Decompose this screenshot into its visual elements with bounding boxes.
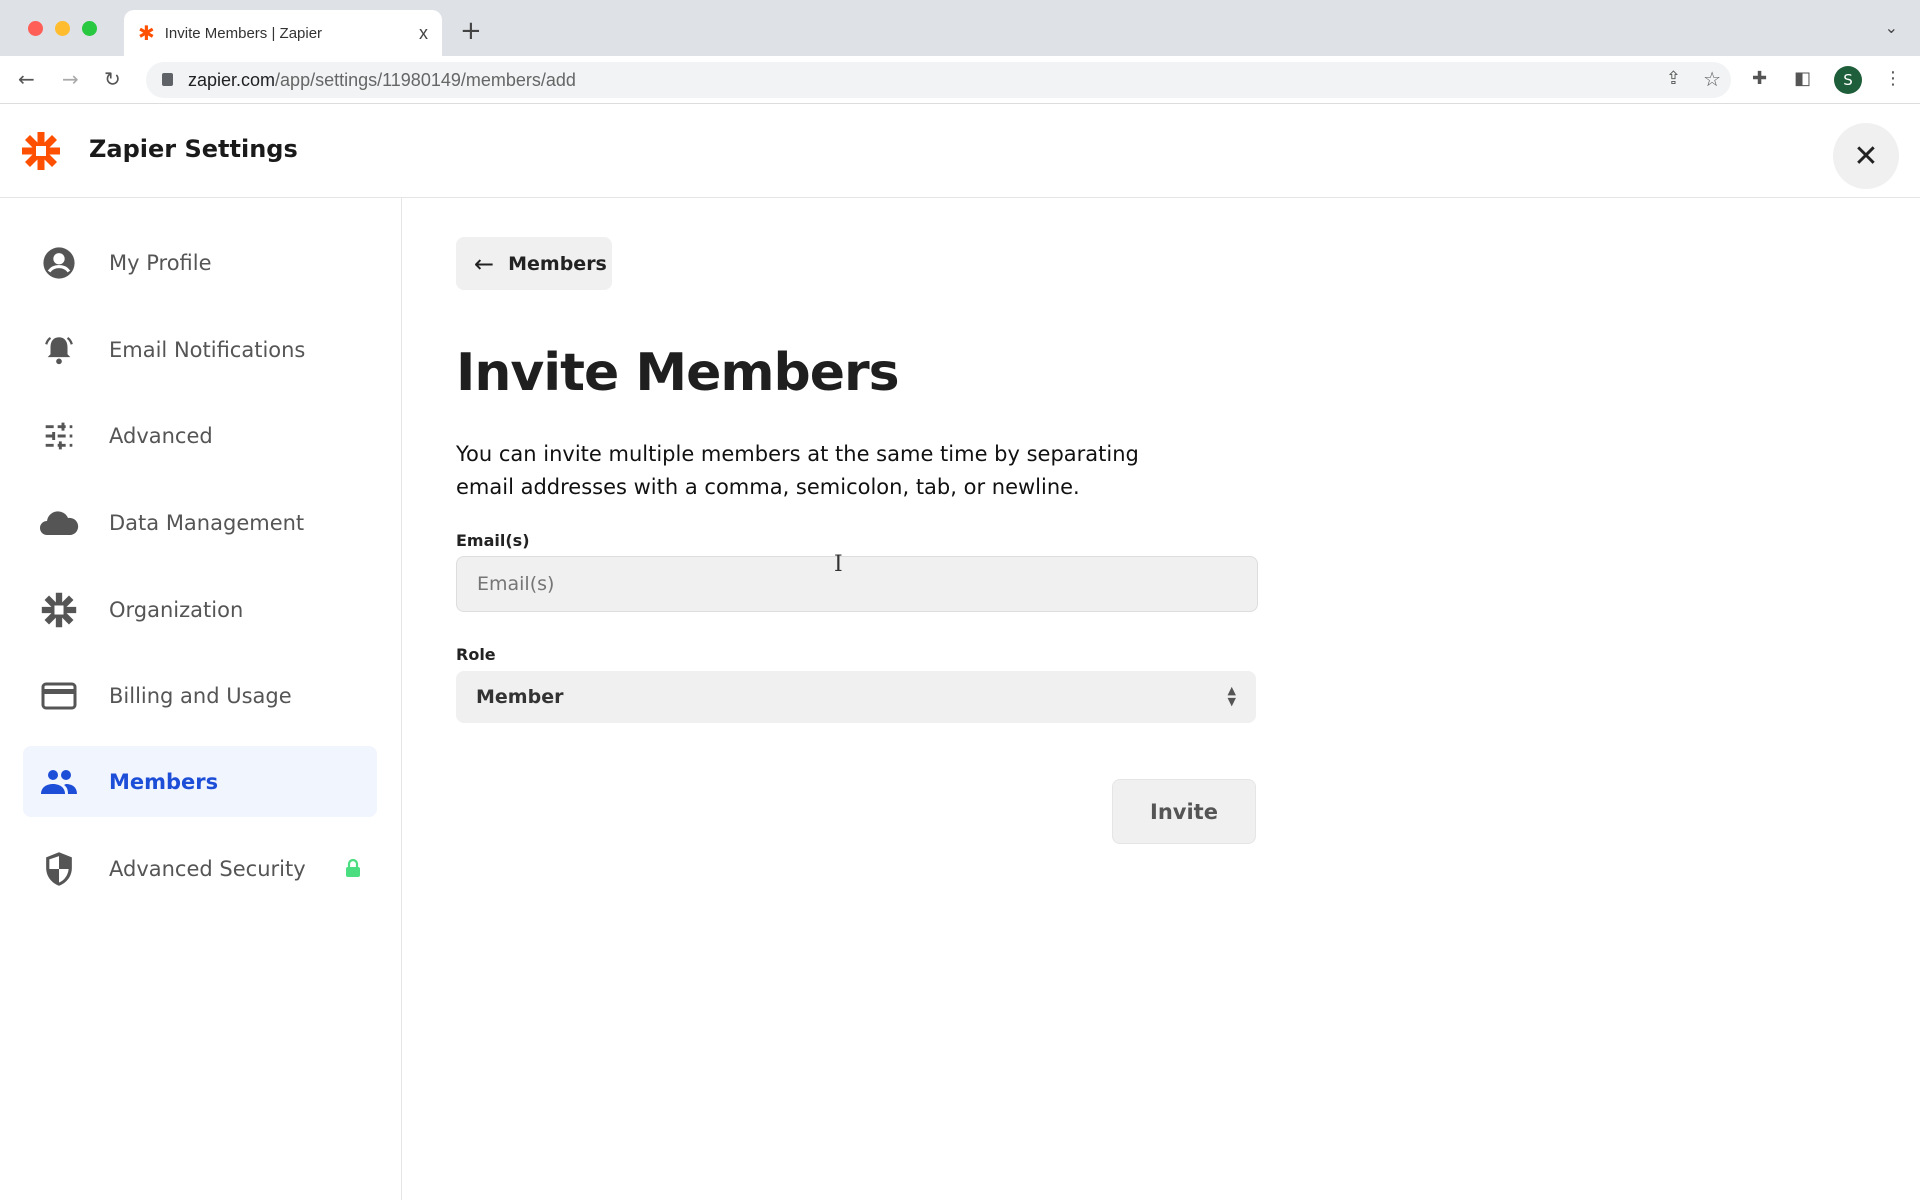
sidebar-item-label: Organization: [109, 597, 244, 622]
role-select[interactable]: Member ▲ ▼: [456, 671, 1256, 723]
url-domain: zapier.com: [188, 69, 276, 90]
sidebar-item-label: Advanced: [109, 423, 213, 448]
browser-menu-icon[interactable]: ⋮: [1884, 68, 1902, 89]
zapier-asterisk-icon: [39, 590, 79, 630]
arrow-left-icon: ←: [474, 249, 495, 278]
reload-icon[interactable]: ↻: [104, 67, 121, 91]
email-label: Email(s): [456, 531, 530, 550]
window-minimize-button[interactable]: [55, 21, 70, 36]
new-tab-button[interactable]: +: [460, 16, 482, 46]
user-circle-icon: [39, 243, 79, 283]
sidebar-item-label: Members: [109, 769, 219, 794]
text-cursor-icon: I: [834, 552, 843, 577]
zapier-logo-icon: [22, 132, 60, 170]
sidebar-item-organization[interactable]: Organization: [23, 574, 377, 645]
sliders-icon: [39, 416, 79, 456]
app-title: Zapier Settings: [89, 135, 298, 163]
sidebar-item-advanced[interactable]: Advanced: [23, 400, 377, 471]
profile-avatar[interactable]: S: [1834, 66, 1862, 94]
back-to-members-button[interactable]: ← Members: [456, 237, 612, 290]
sidebar-item-billing-and-usage[interactable]: Billing and Usage: [23, 660, 377, 731]
sidebar-item-label: Advanced Security: [109, 856, 306, 881]
browser-tab[interactable]: ✱ Invite Members | Zapier x: [124, 10, 442, 56]
shield-icon: [39, 849, 79, 889]
app-header: Zapier Settings ✕: [0, 105, 1920, 198]
lock-icon: [162, 73, 173, 86]
side-panel-icon[interactable]: ◧: [1794, 68, 1811, 89]
page-title: Invite Members: [456, 343, 900, 403]
bookmark-star-icon[interactable]: ☆: [1703, 67, 1721, 92]
people-icon: [39, 762, 79, 802]
cloud-icon: [39, 503, 79, 543]
sidebar-item-my-profile[interactable]: My Profile: [23, 227, 377, 298]
url-field[interactable]: zapier.com/app/settings/11980149/members…: [146, 62, 1731, 98]
tab-search-chevron-icon[interactable]: ⌄: [1885, 18, 1898, 37]
select-updown-icon: ▲ ▼: [1227, 684, 1236, 708]
extensions-puzzle-icon[interactable]: ✚: [1752, 68, 1767, 89]
email-input[interactable]: [456, 556, 1258, 612]
lock-icon: [345, 858, 361, 883]
sidebar-item-label: Billing and Usage: [109, 683, 292, 708]
share-icon[interactable]: ⇪: [1666, 68, 1681, 89]
browser-tab-bar: ✱ Invite Members | Zapier x + ⌄: [0, 0, 1920, 56]
window-close-button[interactable]: [28, 21, 43, 36]
address-bar-row: ← → ↻ zapier.com/app/settings/11980149/m…: [0, 56, 1920, 104]
sidebar-item-label: Data Management: [109, 510, 305, 535]
url-path: /app/settings/11980149/members/add: [275, 69, 576, 90]
role-label: Role: [456, 645, 496, 664]
role-selected-value: Member: [476, 686, 564, 708]
back-button-label: Members: [508, 252, 607, 275]
sidebar-item-advanced-security[interactable]: Advanced Security: [23, 833, 377, 904]
credit-card-icon: [39, 676, 79, 716]
close-settings-button[interactable]: ✕: [1833, 123, 1899, 189]
sidebar-item-email-notifications[interactable]: Email Notifications: [23, 314, 377, 385]
tab-close-icon[interactable]: x: [419, 23, 428, 44]
tab-title: Invite Members | Zapier: [164, 24, 323, 42]
back-nav-icon[interactable]: ←: [18, 67, 35, 91]
sidebar-item-data-management[interactable]: Data Management: [23, 487, 377, 558]
window-zoom-button[interactable]: [82, 21, 97, 36]
forward-nav-icon[interactable]: →: [62, 67, 79, 91]
invite-button[interactable]: Invite: [1112, 779, 1256, 844]
sidebar-item-members[interactable]: Members: [23, 746, 377, 817]
page-description: You can invite multiple members at the s…: [456, 442, 1139, 499]
bell-icon: [39, 330, 79, 370]
zapier-favicon-icon: ✱: [138, 22, 155, 45]
sidebar-item-label: Email Notifications: [109, 337, 306, 362]
sidebar-item-label: My Profile: [109, 250, 212, 275]
settings-sidebar: My Profile Email Notifications Advanced …: [0, 198, 402, 1200]
